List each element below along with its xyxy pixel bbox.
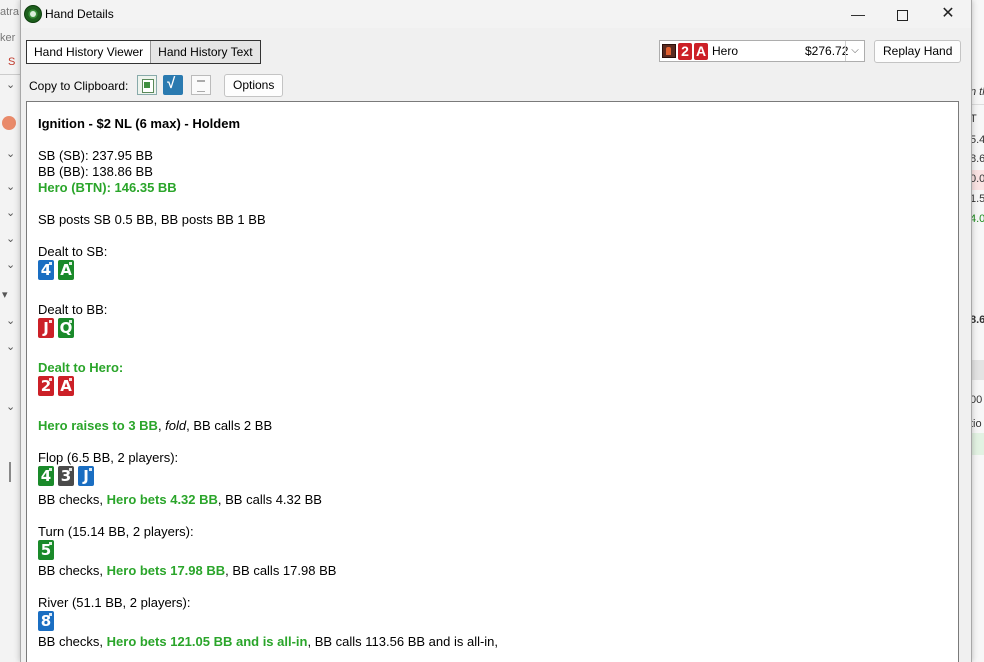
playing-card: Q — [58, 318, 74, 338]
copy-format-image-icon[interactable] — [137, 75, 157, 95]
river-label: River (51.1 BB, 2 players): — [38, 595, 191, 610]
playing-card: J — [38, 318, 54, 338]
dealt-bb-label: Dealt to BB: — [38, 302, 108, 317]
hole-card: 2 — [678, 43, 692, 60]
bg-left-text: ker — [0, 32, 16, 44]
bg-right-text: 1.5 — [970, 193, 984, 205]
playing-card: 2 — [38, 376, 54, 396]
river-cards: 8 — [38, 611, 54, 631]
river-action-line: BB checks, Hero bets 121.05 BB and is al… — [38, 634, 498, 649]
action-text: , BB calls 113.56 BB and is all-in, — [307, 634, 499, 649]
bg-right-text: n th — [970, 86, 984, 98]
blinds-line: SB posts SB 0.5 BB, BB posts BB 1 BB — [38, 212, 266, 227]
bg-right-text: 00 H — [970, 394, 984, 406]
flop-label: Flop (6.5 BB, 2 players): — [38, 450, 179, 465]
title-bar[interactable]: Hand Details — ✕ — [21, 0, 971, 28]
minimize-button[interactable]: — — [835, 0, 881, 28]
flop-cards: 4 3 J — [38, 466, 94, 486]
player-name: Hero — [712, 44, 739, 58]
action-text: , BB calls 4.32 BB — [217, 492, 322, 507]
hero-action: Hero bets 17.98 BB — [106, 563, 226, 578]
replay-hand-button[interactable]: Replay Hand — [874, 40, 962, 63]
playing-card: J — [78, 466, 94, 486]
maximize-icon — [896, 9, 908, 21]
hand-details-window: Hand Details — ✕ Hand History Viewer Han… — [20, 0, 972, 662]
action-text: , BB calls 17.98 BB — [225, 563, 337, 578]
divider — [0, 74, 20, 75]
turn-label: Turn (15.14 BB, 2 players): — [38, 524, 194, 539]
close-button[interactable]: ✕ — [925, 0, 971, 28]
bg-right-text: 0.0 — [970, 173, 984, 185]
chevron-down-icon[interactable]: ⌄ — [6, 340, 15, 353]
bg-right-text: 8.6 — [970, 153, 984, 165]
view-tab-group: Hand History Viewer Hand History Text — [26, 40, 261, 64]
copy-format-forum-icon[interactable] — [163, 75, 183, 95]
maximize-button[interactable] — [879, 0, 925, 28]
action-text: BB checks, — [38, 492, 107, 507]
action-text: BB checks, — [38, 563, 107, 578]
chevron-down-icon[interactable]: ⌄ — [6, 206, 15, 219]
playing-card: 5 — [38, 540, 54, 560]
chevron-down-icon[interactable]: ⌄ — [6, 314, 15, 327]
playing-card: 4 — [38, 466, 54, 486]
chevron-down-icon[interactable]: ⌄ — [6, 180, 15, 193]
bg-left-text: atra — [0, 6, 19, 18]
player-amount: $276.72 — [805, 44, 849, 58]
chevron-down-icon[interactable]: ⌄ — [6, 258, 15, 271]
hero-action: Hero bets 4.32 BB — [106, 492, 218, 507]
dealt-hero-label: Dealt to Hero: — [38, 360, 124, 375]
background-app-left: atra ker S ⌄ ⌄ ⌄ ⌄ ⌄ ⌄ ▾ ⌄ ⌄ ⌄ — [0, 0, 20, 662]
tab-hand-history-text[interactable]: Hand History Text — [150, 41, 260, 63]
tab-hand-history-viewer[interactable]: Hand History Viewer — [27, 41, 151, 63]
copy-to-clipboard-label: Copy to Clipboard: — [29, 79, 129, 93]
hero-action: Hero raises to 3 BB — [38, 418, 158, 433]
dealt-sb-cards: 4 A — [38, 260, 74, 280]
hand-header: Ignition - $2 NL (6 max) - Holdem — [38, 116, 241, 131]
chevron-down-icon[interactable]: ⌄ — [6, 78, 15, 91]
turn-action-line: BB checks, Hero bets 17.98 BB, BB calls … — [38, 563, 336, 578]
copy-format-text-icon[interactable] — [191, 75, 211, 95]
player-avatar-icon — [662, 44, 676, 58]
playing-card: 4 — [38, 260, 54, 280]
chevron-down-icon[interactable]: ⌄ — [6, 400, 15, 413]
bg-right-text: 5.4 — [970, 134, 984, 146]
fold-action: fold — [165, 418, 187, 433]
dealt-sb-label: Dealt to SB: — [38, 244, 108, 259]
action-text: , BB calls 2 BB — [186, 418, 273, 433]
poker-chip-icon — [24, 5, 42, 23]
hole-card: A — [694, 43, 708, 60]
bg-right-text: 8.6 — [970, 314, 984, 326]
preflop-action-line: Hero raises to 3 BB, fold, BB calls 2 BB — [38, 418, 272, 433]
playing-card: A — [58, 376, 74, 396]
action-text: BB checks, — [38, 634, 107, 649]
chevron-down-icon[interactable]: ⌄ — [6, 232, 15, 245]
bg-right-text: 4.0 — [970, 213, 984, 225]
turn-cards: 5 — [38, 540, 54, 560]
window-title: Hand Details — [45, 7, 114, 21]
flop-action-line: BB checks, Hero bets 4.32 BB, BB calls 4… — [38, 492, 322, 507]
stack-line: SB (SB): 237.95 BB — [38, 148, 153, 163]
stack-line: BB (BB): 138.86 BB — [38, 164, 153, 179]
playing-card: A — [58, 260, 74, 280]
hand-history-text-pane[interactable]: Ignition - $2 NL (6 max) - Holdem SB (SB… — [26, 101, 959, 662]
chevron-down-icon[interactable]: ⌄ — [6, 147, 15, 160]
avatar-icon — [2, 116, 16, 130]
options-button[interactable]: Options — [224, 74, 284, 97]
hero-action: Hero bets 121.05 BB and is all-in — [106, 634, 308, 649]
dealt-bb-cards: J Q — [38, 318, 74, 338]
bg-left-text: S — [8, 56, 16, 68]
dealt-hero-cards: 2 A — [38, 376, 74, 396]
dropdown-icon[interactable]: ▾ — [2, 288, 8, 301]
player-select[interactable]: 2 A Hero $276.72 ⌵ — [659, 40, 865, 62]
playing-card: 3 — [58, 466, 74, 486]
chevron-down-icon[interactable]: ⌵ — [845, 41, 864, 61]
scroll-indicator — [9, 462, 11, 482]
hero-stack-line: Hero (BTN): 146.35 BB — [38, 180, 177, 195]
playing-card: 8 — [38, 611, 54, 631]
